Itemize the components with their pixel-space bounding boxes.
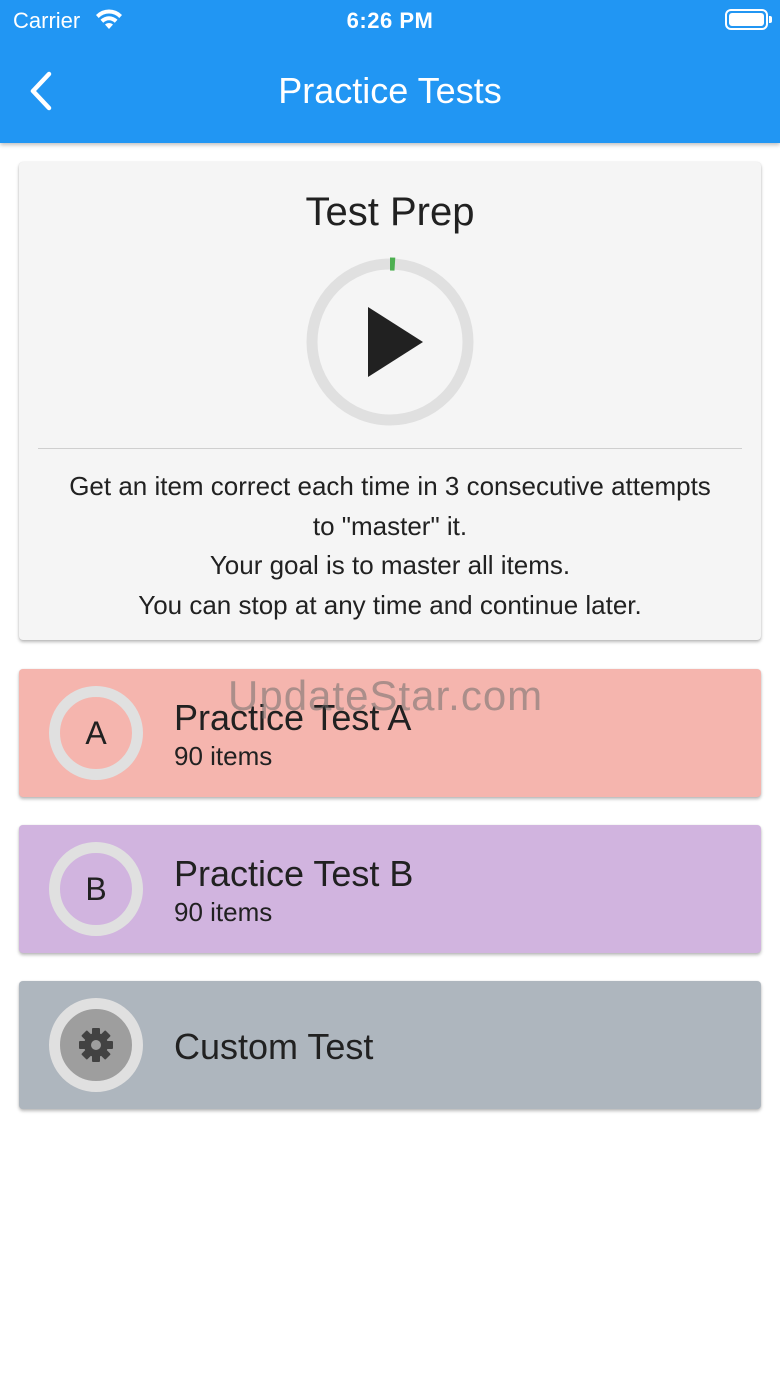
- avatar-letter: B: [85, 870, 107, 907]
- test-title: Practice Test A: [174, 697, 412, 738]
- test-title: Practice Test B: [174, 853, 414, 894]
- test-title: Custom Test: [174, 1026, 374, 1067]
- test-item-count: 90 items: [174, 741, 273, 771]
- practice-test-a-item[interactable]: A Practice Test A 90 items: [19, 669, 761, 797]
- description-line: Get an item correct each time in 3 conse…: [69, 471, 711, 501]
- progress-play-button[interactable]: [305, 257, 475, 427]
- avatar: [49, 998, 143, 1092]
- app-bar: Carrier 6:26 PM Practice Tests: [0, 0, 780, 143]
- avatar: B: [49, 842, 143, 936]
- page-title: Practice Tests: [278, 70, 502, 111]
- test-prep-title: Test Prep: [305, 190, 475, 234]
- avatar: A: [49, 686, 143, 780]
- play-icon: [368, 307, 423, 377]
- practice-test-b-item[interactable]: B Practice Test B 90 items: [19, 825, 761, 953]
- test-prep-description: Get an item correct each time in 3 conse…: [19, 467, 761, 625]
- status-time: 6:26 PM: [346, 8, 434, 33]
- description-line: Your goal is to master all items.: [209, 550, 571, 580]
- avatar-letter: A: [85, 714, 107, 751]
- divider: [38, 448, 742, 449]
- description-line: You can stop at any time and continue la…: [138, 589, 642, 620]
- battery-icon: [725, 9, 772, 30]
- custom-test-item[interactable]: Custom Test: [19, 981, 761, 1109]
- description-line: to "master" it.: [312, 510, 468, 541]
- test-item-count: 90 items: [174, 897, 273, 927]
- test-prep-card: Test Prep Get an item correct each time …: [19, 162, 761, 640]
- gear-icon: [79, 1028, 113, 1062]
- status-bar: Carrier 6:26 PM: [0, 0, 780, 40]
